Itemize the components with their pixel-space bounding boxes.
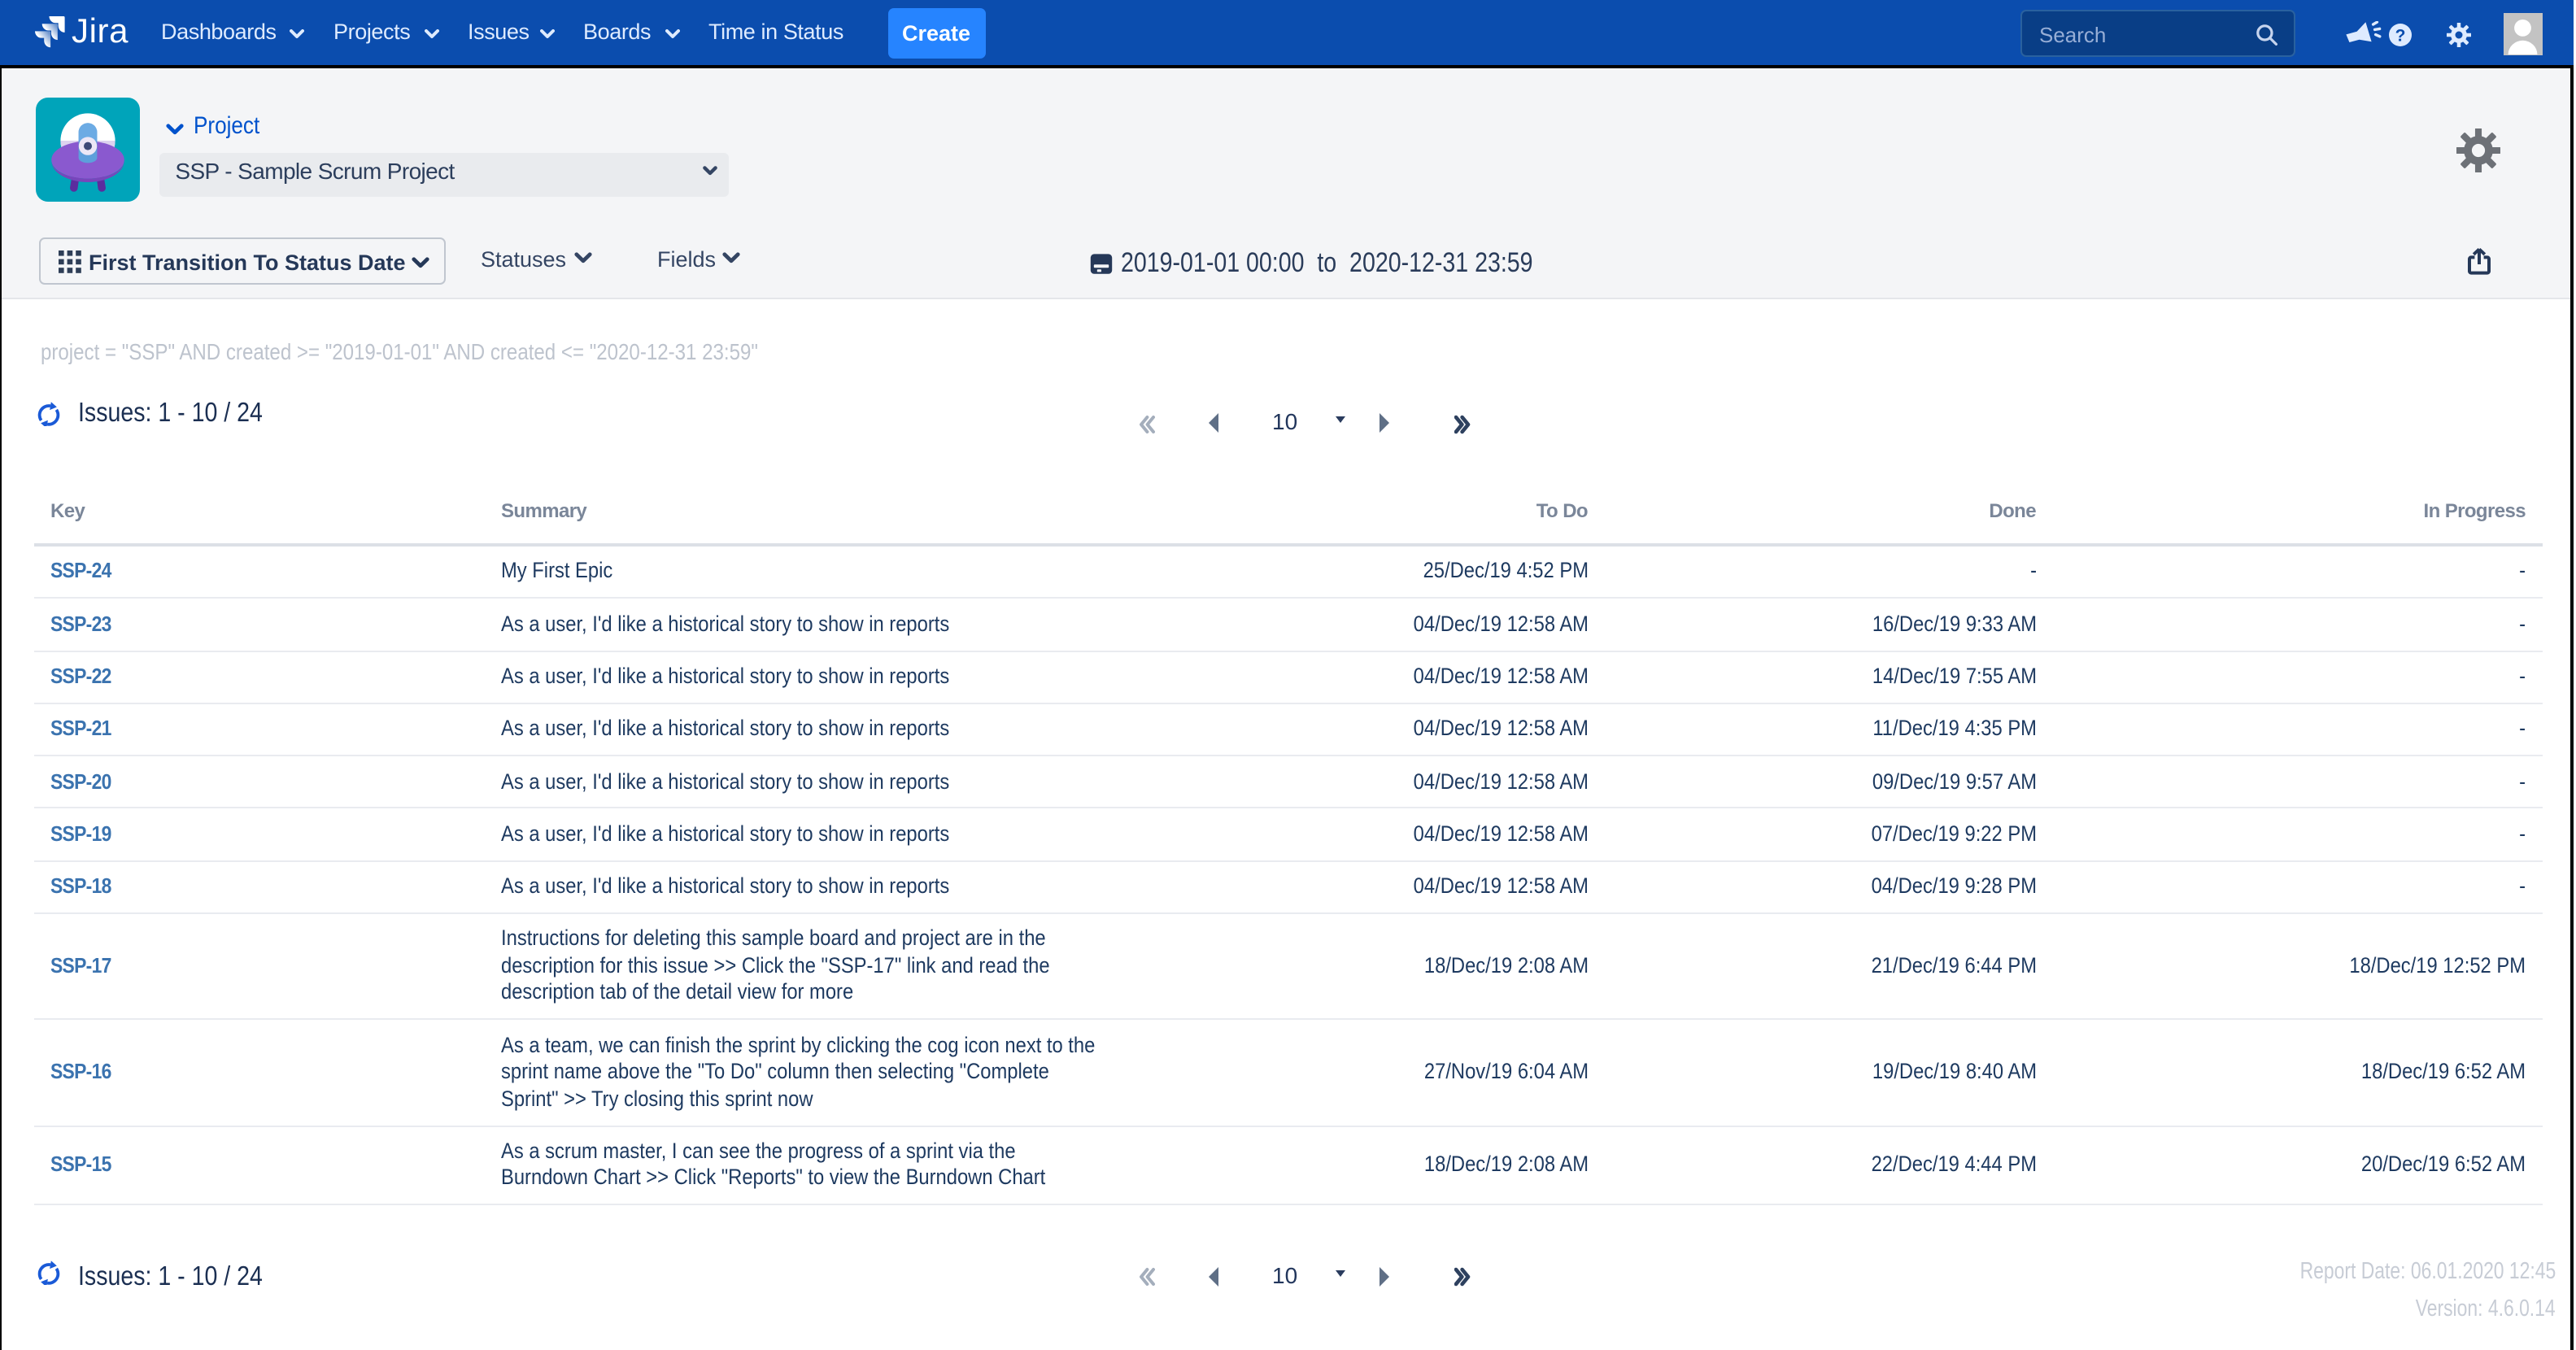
svg-text:?: ? xyxy=(2395,25,2406,44)
